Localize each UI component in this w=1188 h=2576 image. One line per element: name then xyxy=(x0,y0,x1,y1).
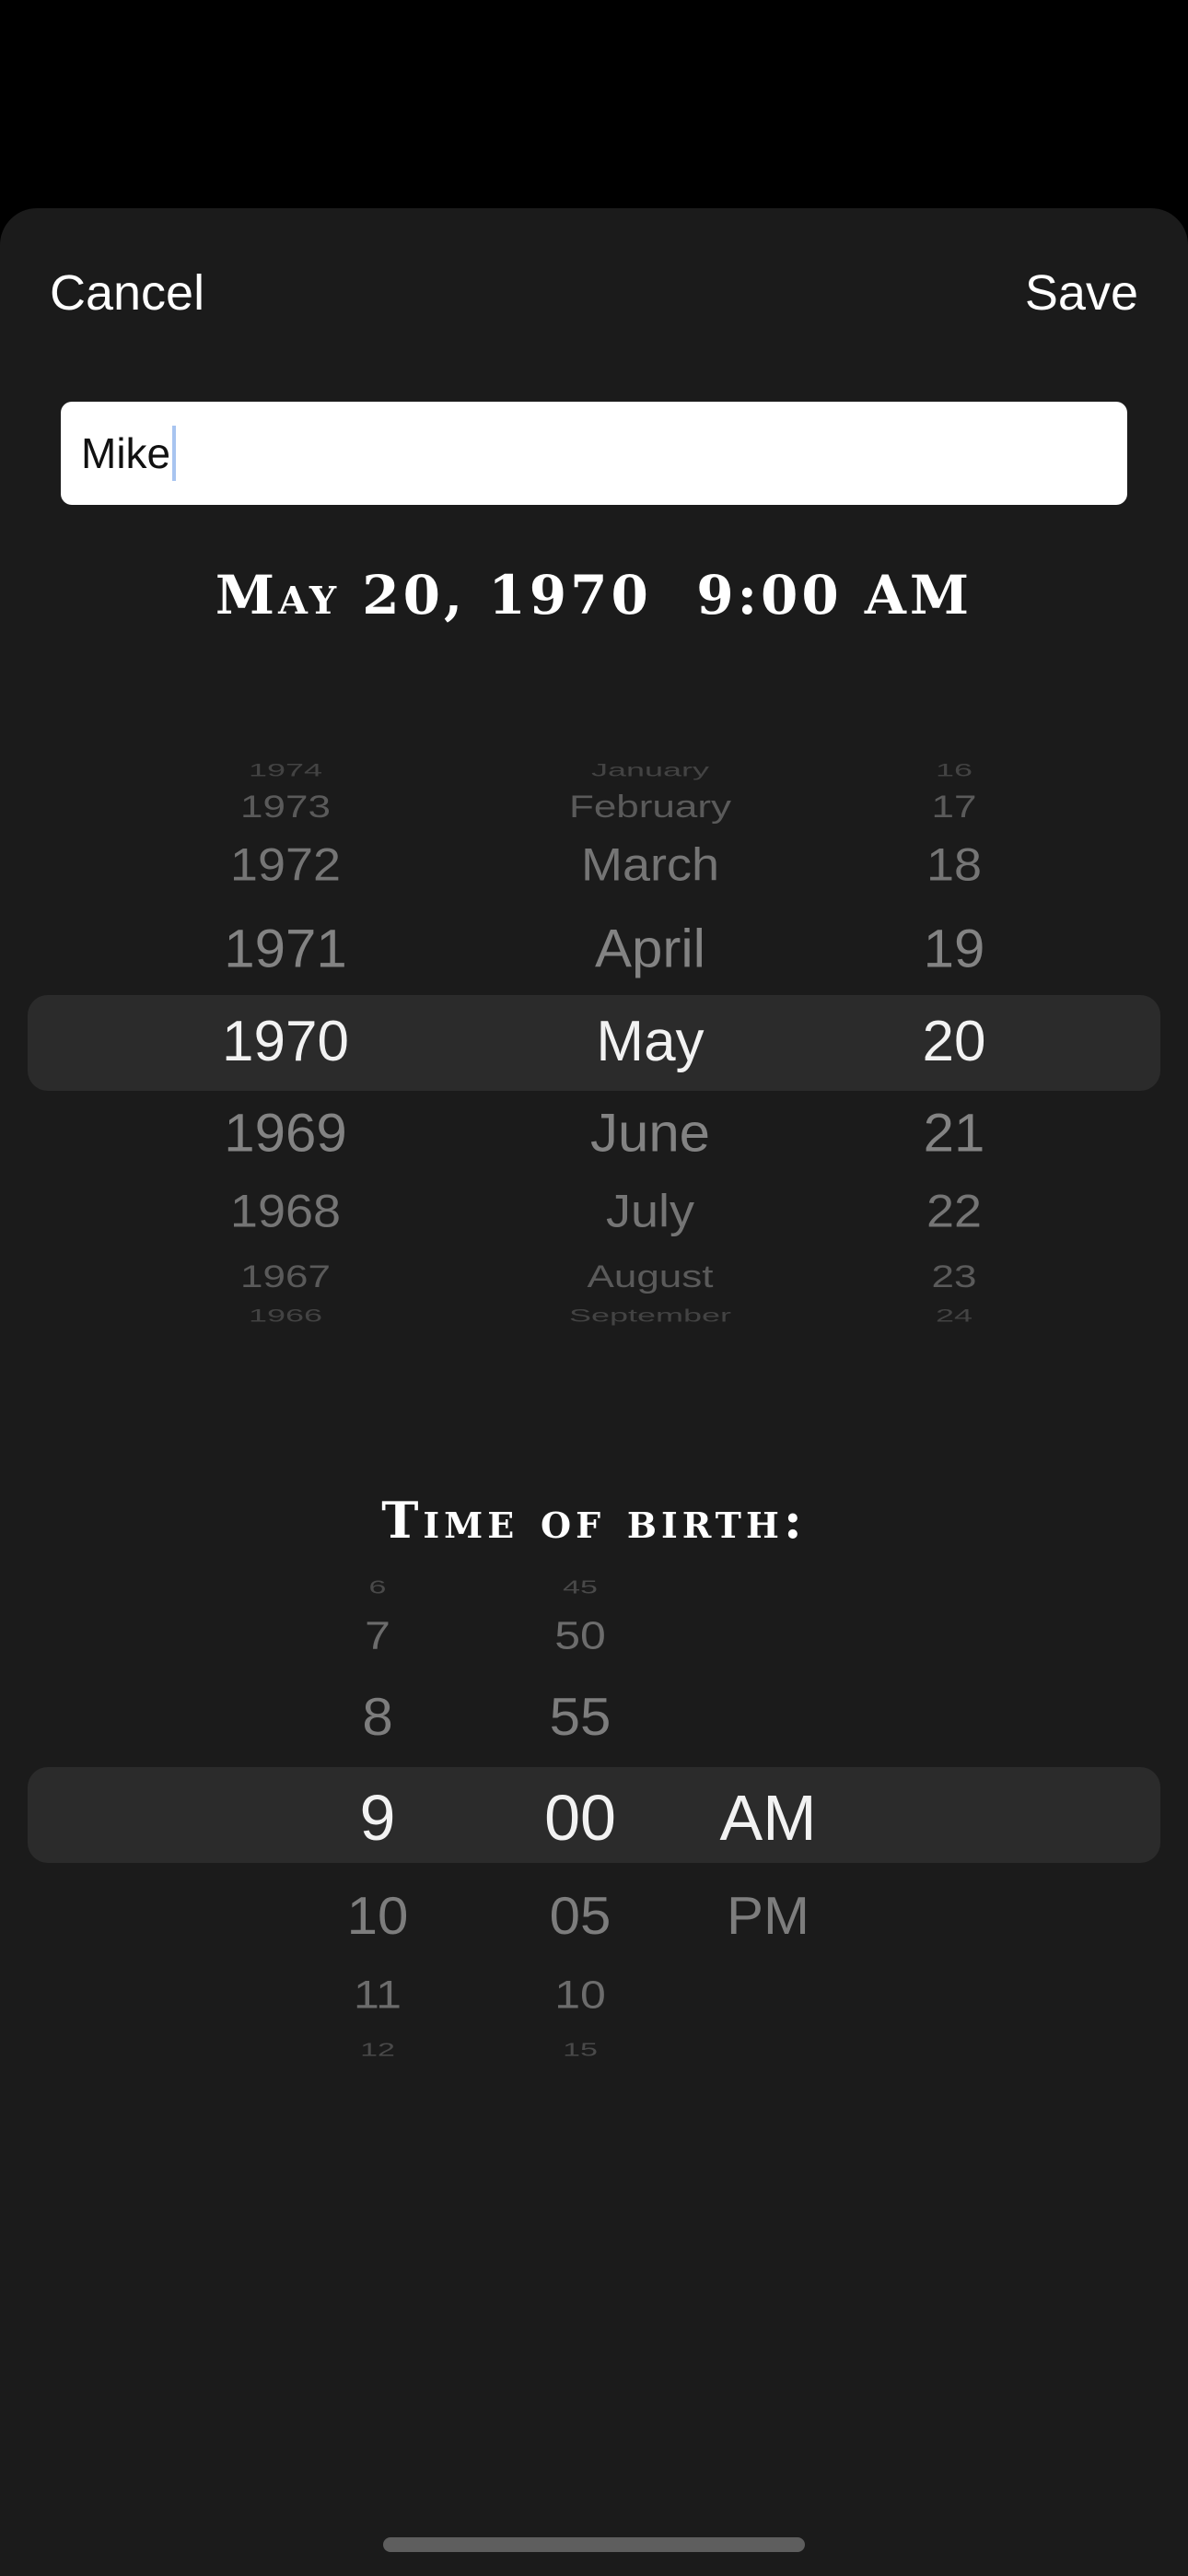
summary-date: May 20, 1970 xyxy=(215,564,652,626)
month-option-july[interactable]: July xyxy=(606,1188,694,1235)
hour-option-12[interactable]: 12 xyxy=(360,2041,395,2059)
hour-option-10[interactable]: 10 xyxy=(347,1890,409,1943)
hour-option-6[interactable]: 6 xyxy=(369,1578,387,1597)
year-option-1974[interactable]: 1974 xyxy=(249,761,322,779)
time-of-birth-label: Time of birth: xyxy=(381,1491,807,1550)
year-option-1972[interactable]: 1972 xyxy=(230,842,341,888)
summary-time: 9:00 AM xyxy=(696,564,973,626)
day-option-20[interactable]: 20 xyxy=(923,1013,986,1071)
day-option-19[interactable]: 19 xyxy=(924,921,985,977)
minute-option-15[interactable]: 15 xyxy=(563,2041,598,2059)
month-option-may[interactable]: May xyxy=(596,1013,704,1071)
year-option-1971[interactable]: 1971 xyxy=(224,921,346,977)
date-picker-selection-band xyxy=(28,995,1160,1091)
text-caret xyxy=(172,426,177,481)
month-option-february[interactable]: February xyxy=(569,790,731,823)
minute-option-55[interactable]: 55 xyxy=(550,1691,611,1744)
day-option-16[interactable]: 16 xyxy=(936,761,973,779)
minute-option-50[interactable]: 50 xyxy=(554,1616,606,1656)
save-button[interactable]: Save xyxy=(1025,262,1138,324)
month-option-january[interactable]: January xyxy=(591,761,709,779)
name-input[interactable]: Mike xyxy=(61,402,1127,505)
minute-option-10[interactable]: 10 xyxy=(554,1975,606,2015)
month-option-april[interactable]: April xyxy=(595,921,705,977)
home-indicator xyxy=(383,2537,805,2552)
day-option-18[interactable]: 18 xyxy=(926,842,982,888)
year-option-1967[interactable]: 1967 xyxy=(240,1260,331,1293)
hour-option-11[interactable]: 11 xyxy=(354,1975,402,2015)
day-option-21[interactable]: 21 xyxy=(924,1106,985,1161)
minute-option-05[interactable]: 05 xyxy=(550,1890,611,1943)
year-option-1966[interactable]: 1966 xyxy=(249,1306,322,1325)
hour-option-9[interactable]: 9 xyxy=(360,1786,396,1850)
period-option-am[interactable]: AM xyxy=(720,1786,817,1850)
day-option-17[interactable]: 17 xyxy=(932,790,977,823)
minute-option-45[interactable]: 45 xyxy=(563,1578,598,1597)
period-option-pm[interactable]: PM xyxy=(727,1890,809,1943)
year-option-1968[interactable]: 1968 xyxy=(230,1188,341,1235)
month-option-september[interactable]: September xyxy=(569,1306,731,1325)
day-option-23[interactable]: 23 xyxy=(932,1260,977,1293)
hour-option-7[interactable]: 7 xyxy=(365,1616,390,1656)
month-option-march[interactable]: March xyxy=(581,842,719,888)
year-option-1970[interactable]: 1970 xyxy=(222,1013,349,1071)
year-option-1973[interactable]: 1973 xyxy=(240,790,331,823)
day-option-22[interactable]: 22 xyxy=(926,1188,982,1235)
name-input-value: Mike xyxy=(81,429,171,477)
day-option-24[interactable]: 24 xyxy=(936,1306,973,1325)
selected-datetime-summary: May 20, 1970 9:00 AM xyxy=(0,564,1188,626)
minute-option-00[interactable]: 00 xyxy=(544,1786,616,1850)
month-option-june[interactable]: June xyxy=(590,1106,710,1161)
hour-option-8[interactable]: 8 xyxy=(362,1691,392,1744)
cancel-button[interactable]: Cancel xyxy=(50,262,204,324)
month-option-august[interactable]: August xyxy=(588,1260,714,1293)
year-option-1969[interactable]: 1969 xyxy=(224,1106,346,1161)
